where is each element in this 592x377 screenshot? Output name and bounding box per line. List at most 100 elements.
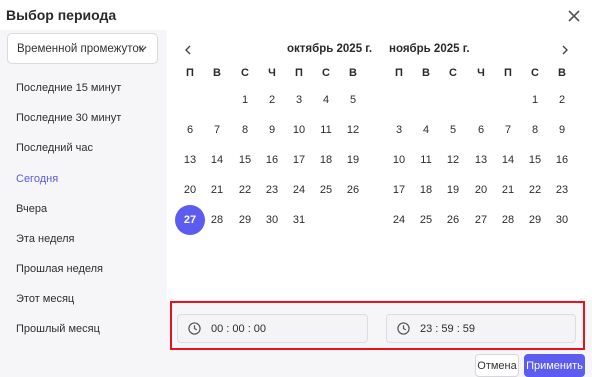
start-time-value: 00 : 00 : 00	[211, 322, 267, 335]
calendar-day[interactable]: 29	[522, 210, 548, 230]
cancel-button[interactable]: Отмена	[475, 354, 519, 377]
weekday-label: В	[422, 67, 430, 79]
chevron-down-icon	[138, 46, 147, 52]
calendar-day[interactable]: 13	[468, 150, 494, 170]
calendar-day[interactable]: 26	[440, 210, 466, 230]
calendar-day[interactable]: 5	[340, 90, 366, 110]
calendar-day[interactable]: 22	[232, 180, 258, 200]
weekday-label: П	[395, 67, 403, 79]
close-icon[interactable]	[566, 8, 582, 24]
calendar-day[interactable]: 21	[204, 180, 230, 200]
calendar-day[interactable]: 17	[386, 180, 412, 200]
preset-item[interactable]: Сегодня	[16, 173, 58, 185]
calendar-day[interactable]: 10	[386, 150, 412, 170]
range-type-value: Временной промежуток	[17, 42, 144, 55]
calendar-day[interactable]: 14	[204, 150, 230, 170]
clock-icon	[397, 322, 410, 335]
calendar-day[interactable]: 15	[522, 150, 548, 170]
calendar-day[interactable]: 4	[413, 120, 439, 140]
calendar-day[interactable]: 1	[232, 90, 258, 110]
calendar-day[interactable]: 19	[440, 180, 466, 200]
calendar-day[interactable]: 30	[259, 210, 285, 230]
preset-item[interactable]: Последний час	[16, 142, 93, 154]
calendar-day[interactable]: 13	[177, 150, 203, 170]
calendar-day[interactable]: 8	[232, 120, 258, 140]
calendar-day[interactable]: 18	[413, 180, 439, 200]
calendar-day[interactable]: 29	[232, 210, 258, 230]
calendar-day[interactable]: 7	[204, 120, 230, 140]
calendar-day[interactable]: 25	[313, 180, 339, 200]
weekday-label: П	[295, 67, 303, 79]
calendar-day[interactable]: 9	[259, 120, 285, 140]
calendar-day[interactable]: 2	[259, 90, 285, 110]
prev-month-icon[interactable]	[182, 44, 194, 56]
calendar-day[interactable]: 5	[440, 120, 466, 140]
calendar-day[interactable]: 20	[177, 180, 203, 200]
preset-item[interactable]: Эта неделя	[16, 233, 75, 245]
weekday-label: С	[449, 67, 457, 79]
month-title: октябрь 2025 г.	[287, 43, 373, 55]
calendar-day[interactable]: 23	[259, 180, 285, 200]
calendar-day[interactable]: 16	[549, 150, 575, 170]
calendar-day[interactable]: 1	[522, 90, 548, 110]
calendar-day[interactable]: 11	[313, 120, 339, 140]
calendar-day[interactable]: 28	[495, 210, 521, 230]
calendar-day[interactable]: 25	[413, 210, 439, 230]
preset-item[interactable]: Прошлый месяц	[16, 323, 100, 335]
calendar-day[interactable]: 10	[286, 120, 312, 140]
calendar-day[interactable]: 27	[468, 210, 494, 230]
calendar-day[interactable]: 18	[313, 150, 339, 170]
calendar-day[interactable]: 21	[495, 180, 521, 200]
calendar-day[interactable]: 28	[204, 210, 230, 230]
calendar-day[interactable]: 20	[468, 180, 494, 200]
calendar-day[interactable]: 19	[340, 150, 366, 170]
preset-item[interactable]: Прошлая неделя	[16, 263, 103, 275]
calendar-day[interactable]: 6	[468, 120, 494, 140]
weekday-label: Ч	[268, 67, 276, 79]
dialog-title: Выбор периода	[6, 7, 117, 23]
calendar-day[interactable]: 17	[286, 150, 312, 170]
calendar-day[interactable]: 16	[259, 150, 285, 170]
weekday-label: В	[213, 67, 221, 79]
weekday-label: С	[531, 67, 539, 79]
calendar-day[interactable]: 30	[549, 210, 575, 230]
month-title: ноябрь 2025 г.	[389, 43, 470, 55]
calendar-day[interactable]: 26	[340, 180, 366, 200]
calendar-day[interactable]: 8	[522, 120, 548, 140]
clock-icon	[188, 322, 201, 335]
calendar-day[interactable]: 6	[177, 120, 203, 140]
calendar-day[interactable]: 4	[313, 90, 339, 110]
calendar-day[interactable]: 9	[549, 120, 575, 140]
preset-item[interactable]: Этот месяц	[16, 293, 74, 305]
calendar-day[interactable]: 7	[495, 120, 521, 140]
weekday-label: В	[349, 67, 357, 79]
preset-item[interactable]: Вчера	[16, 203, 47, 215]
range-type-dropdown[interactable]: Временной промежуток	[7, 33, 158, 64]
calendar-day[interactable]: 11	[413, 150, 439, 170]
calendar-day[interactable]: 24	[286, 180, 312, 200]
calendar-day[interactable]: 12	[440, 150, 466, 170]
weekday-label: В	[558, 67, 566, 79]
calendar-day[interactable]: 12	[340, 120, 366, 140]
calendar-day[interactable]: 23	[549, 180, 575, 200]
weekday-label: П	[504, 67, 512, 79]
calendar-panel: октябрь 2025 г. П В С Ч П С В 1 2 3 4 5 6 7 8 9 10 11 12 13 1…	[167, 30, 592, 300]
selected-day[interactable]: 27	[175, 205, 205, 235]
preset-item[interactable]: Последние 30 минут	[16, 112, 121, 124]
weekday-label: С	[322, 67, 330, 79]
weekday-label: П	[186, 67, 194, 79]
apply-button[interactable]: Применить	[524, 354, 585, 377]
calendar-day[interactable]: 15	[232, 150, 258, 170]
next-month-icon[interactable]	[559, 44, 571, 56]
calendar-day[interactable]: 31	[286, 210, 312, 230]
calendar-day[interactable]: 14	[495, 150, 521, 170]
calendar-day[interactable]: 3	[286, 90, 312, 110]
calendar-day[interactable]: 22	[522, 180, 548, 200]
preset-item[interactable]: Последние 15 минут	[16, 82, 121, 94]
calendar-day[interactable]: 3	[386, 120, 412, 140]
calendar-day[interactable]: 24	[386, 210, 412, 230]
start-time-field[interactable]: 00 : 00 : 00	[177, 314, 368, 343]
end-time-value: 23 : 59 : 59	[420, 322, 476, 335]
calendar-day[interactable]: 2	[549, 90, 575, 110]
end-time-field[interactable]: 23 : 59 : 59	[386, 314, 576, 343]
